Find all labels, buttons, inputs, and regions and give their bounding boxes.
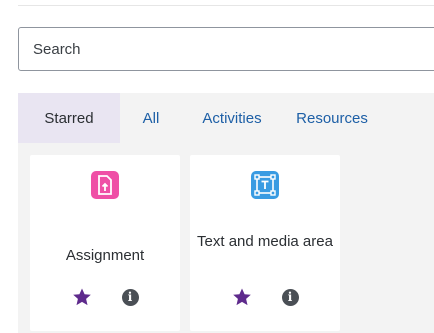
search-input[interactable] — [18, 27, 434, 71]
top-divider — [18, 5, 434, 6]
text-media-area-icon-glyph — [254, 174, 276, 196]
assignment-icon — [91, 171, 119, 199]
module-actions: i — [190, 285, 340, 309]
info-icon[interactable]: i — [121, 288, 139, 306]
assignment-icon-glyph — [98, 175, 112, 195]
star-icon[interactable] — [72, 287, 92, 307]
text-media-area-icon — [251, 171, 279, 199]
module-card-assignment[interactable]: Assignment i — [30, 155, 180, 331]
module-name-text: Text and media area — [197, 233, 333, 250]
star-icon[interactable] — [232, 287, 252, 307]
module-name: Assignment — [65, 247, 145, 264]
starred-module-list: Assignment i Text and media area i — [18, 143, 434, 333]
info-icon[interactable]: i — [281, 288, 299, 306]
tab-starred[interactable]: Starred — [18, 93, 120, 143]
module-actions: i — [30, 285, 180, 309]
chooser-tabs: Starred All Activities Resources — [18, 93, 434, 143]
module-card-text-media-area[interactable]: Text and media area i — [190, 155, 340, 331]
tab-activities[interactable]: Activities — [182, 93, 282, 143]
tab-resources[interactable]: Resources — [282, 93, 382, 143]
tab-all[interactable]: All — [120, 93, 182, 143]
module-name: Text and media area — [190, 231, 340, 253]
